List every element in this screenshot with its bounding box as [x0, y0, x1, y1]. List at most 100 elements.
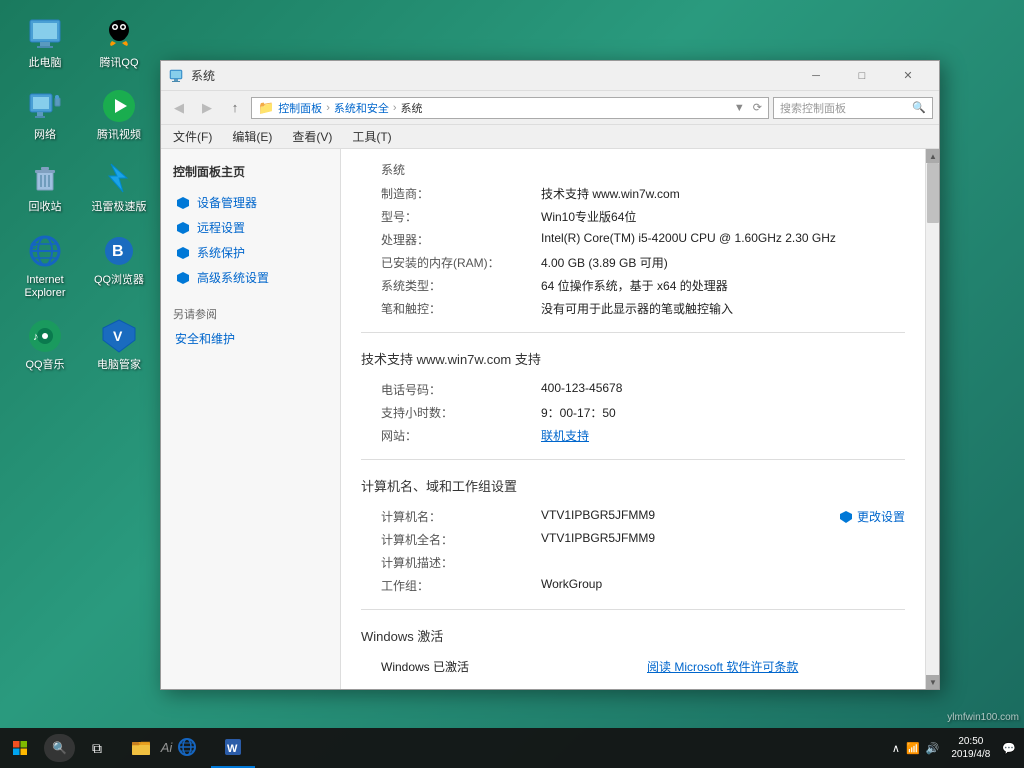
- back-button[interactable]: ◀: [167, 96, 191, 120]
- device-manager-icon: [175, 195, 191, 211]
- desktop-icon-qq[interactable]: 腾讯QQ: [84, 10, 154, 74]
- refresh-icon[interactable]: ⟳: [753, 101, 762, 114]
- ram-label: 已安装的内存(RAM)：: [381, 254, 541, 271]
- manufacturer-value: 技术支持 www.win7w.com: [541, 185, 905, 202]
- computer-header: 计算机名、域和工作组设置: [361, 472, 905, 495]
- scroll-down-button[interactable]: ▼: [926, 675, 939, 689]
- support-header: 技术支持 www.win7w.com 支持: [361, 345, 905, 368]
- system-type-value: 64 位操作系统，基于 x64 的处理器: [541, 277, 905, 294]
- up-button[interactable]: ↑: [223, 96, 247, 120]
- product-id-row: 产品 ID： 00330-80000-00000-AA478 更改产品密钥: [381, 686, 905, 689]
- advanced-settings-icon: [175, 270, 191, 286]
- task-view-button[interactable]: ⧉: [79, 728, 115, 768]
- this-pc-label: 此电脑: [29, 57, 62, 70]
- tray-volume-icon[interactable]: 🔊: [926, 742, 940, 755]
- close-button[interactable]: ✕: [885, 61, 931, 91]
- ai-watermark-label: Ai: [143, 727, 190, 768]
- activation-status-row: Windows 已激活 阅读 Microsoft 软件许可条款: [381, 655, 905, 678]
- breadcrumb-sep-1: ›: [326, 102, 330, 114]
- window-content: 控制面板主页 设备管理器: [161, 149, 939, 689]
- system-type-label: 系统类型：: [381, 277, 541, 294]
- description-row: 计算机描述：: [381, 551, 905, 574]
- svg-text:♪: ♪: [33, 331, 39, 343]
- taskbar-search[interactable]: 🔍: [44, 734, 75, 762]
- desktop-icons: 此电脑 腾讯QQ: [10, 10, 154, 376]
- qq-music-label: QQ音乐: [25, 359, 64, 372]
- full-name-value: VTV1IPBGR5JFMM9: [541, 531, 905, 545]
- system-protection-icon: [175, 245, 191, 261]
- window-title: 系统: [191, 67, 793, 84]
- processor-value: Intel(R) Core(TM) i5-4200U CPU @ 1.60GHz…: [541, 231, 905, 245]
- window-titlebar: 系统 ─ □ ✕: [161, 61, 939, 91]
- desktop-icon-xunlei[interactable]: 迅雷极速版: [84, 154, 154, 218]
- processor-row: 处理器： Intel(R) Core(TM) i5-4200U CPU @ 1.…: [381, 228, 905, 251]
- pc-manager-icon: V: [99, 316, 139, 356]
- website-value[interactable]: 联机支持: [541, 427, 905, 444]
- pen-row: 笔和触控： 没有可用于此显示器的笔或触控输入: [381, 297, 905, 320]
- breadcrumb-sep-2: ›: [393, 102, 397, 114]
- menu-edit[interactable]: 编辑(E): [228, 126, 276, 147]
- computer-name-value: VTV1IPBGR5JFMM9: [541, 508, 799, 522]
- security-label: 安全和维护: [175, 330, 235, 347]
- desktop-icon-qq-music[interactable]: ♪ QQ音乐: [10, 312, 80, 376]
- sidebar-item-security[interactable]: 安全和维护: [169, 326, 332, 351]
- divider-2: [361, 459, 905, 460]
- tencent-video-label: 腾讯视频: [97, 129, 141, 142]
- hours-value: 9：00-17：50: [541, 404, 905, 421]
- license-link[interactable]: 阅读 Microsoft 软件许可条款: [647, 658, 905, 675]
- this-pc-icon: [25, 14, 65, 54]
- remote-settings-icon: [175, 220, 191, 236]
- qq-music-icon: ♪: [25, 316, 65, 356]
- system-protection-label: 系统保护: [197, 244, 245, 261]
- window-menubar: 文件(F) 编辑(E) 查看(V) 工具(T): [161, 125, 939, 149]
- sidebar-item-remote-settings[interactable]: 远程设置: [169, 215, 332, 240]
- sidebar-item-device-manager[interactable]: 设备管理器: [169, 190, 332, 215]
- breadcrumb-system: 系统: [401, 100, 423, 116]
- scrollbar[interactable]: ▲ ▼: [925, 149, 939, 689]
- desktop-icon-recycle[interactable]: 回收站: [10, 154, 80, 218]
- dropdown-arrow-icon[interactable]: ▼: [734, 102, 745, 114]
- tray-arrow-icon[interactable]: ∧: [892, 742, 900, 755]
- tray-wifi-icon[interactable]: 📶: [906, 742, 920, 755]
- recycle-label: 回收站: [29, 201, 62, 214]
- system-window: 系统 ─ □ ✕ ◀ ▶ ↑ 📁 控制面板 › 系统和安全 › 系统: [160, 60, 940, 690]
- sidebar-also-section: 另请参阅 安全和维护: [169, 306, 332, 351]
- svg-text:B: B: [112, 243, 124, 260]
- qq-icon: [99, 14, 139, 54]
- processor-label: 处理器：: [381, 231, 541, 248]
- scroll-thumb[interactable]: [927, 163, 939, 223]
- menu-file[interactable]: 文件(F): [169, 126, 216, 147]
- breadcrumb-system-security[interactable]: 系统和安全: [334, 100, 389, 116]
- maximize-button[interactable]: □: [839, 61, 885, 91]
- system-type-row: 系统类型： 64 位操作系统，基于 x64 的处理器: [381, 274, 905, 297]
- change-settings-button[interactable]: 更改设置: [839, 508, 905, 525]
- minimize-button[interactable]: ─: [793, 61, 839, 91]
- taskbar-app-word[interactable]: W: [211, 728, 255, 768]
- desktop-icon-network[interactable]: 网络: [10, 82, 80, 146]
- desktop-icon-qq-browser[interactable]: B QQ浏览器: [84, 227, 154, 304]
- change-settings-label: 更改设置: [857, 508, 905, 525]
- start-button[interactable]: [0, 728, 40, 768]
- notification-icon[interactable]: 💬: [1002, 742, 1016, 755]
- desktop-icon-this-pc[interactable]: 此电脑: [10, 10, 80, 74]
- svg-text:e: e: [30, 238, 37, 252]
- sidebar-item-system-protection[interactable]: 系统保护: [169, 240, 332, 265]
- desktop-icon-ie[interactable]: e Internet Explorer: [10, 227, 80, 304]
- taskbar-clock[interactable]: 20:50 2019/4/8: [945, 735, 996, 761]
- desktop-icon-pc-manager[interactable]: V 电脑管家: [84, 312, 154, 376]
- breadcrumb-control-panel[interactable]: 控制面板: [278, 100, 322, 116]
- full-name-label: 计算机全名：: [381, 531, 541, 548]
- model-value: Win10专业版64位: [541, 208, 905, 225]
- address-field[interactable]: 📁 控制面板 › 系统和安全 › 系统 ▼ ⟳: [251, 97, 769, 119]
- pen-value: 没有可用于此显示器的笔或触控输入: [541, 300, 905, 317]
- desktop-icon-tencent-video[interactable]: 腾讯视频: [84, 82, 154, 146]
- pen-label: 笔和触控：: [381, 300, 541, 317]
- hours-row: 支持小时数： 9：00-17：50: [381, 401, 905, 424]
- search-box[interactable]: 搜索控制面板 🔍: [773, 97, 933, 119]
- scroll-up-button[interactable]: ▲: [926, 149, 939, 163]
- svg-text:V: V: [113, 328, 123, 344]
- sidebar-item-advanced-settings[interactable]: 高级系统设置: [169, 265, 332, 290]
- menu-view[interactable]: 查看(V): [288, 126, 336, 147]
- forward-button[interactable]: ▶: [195, 96, 219, 120]
- menu-tools[interactable]: 工具(T): [348, 126, 395, 147]
